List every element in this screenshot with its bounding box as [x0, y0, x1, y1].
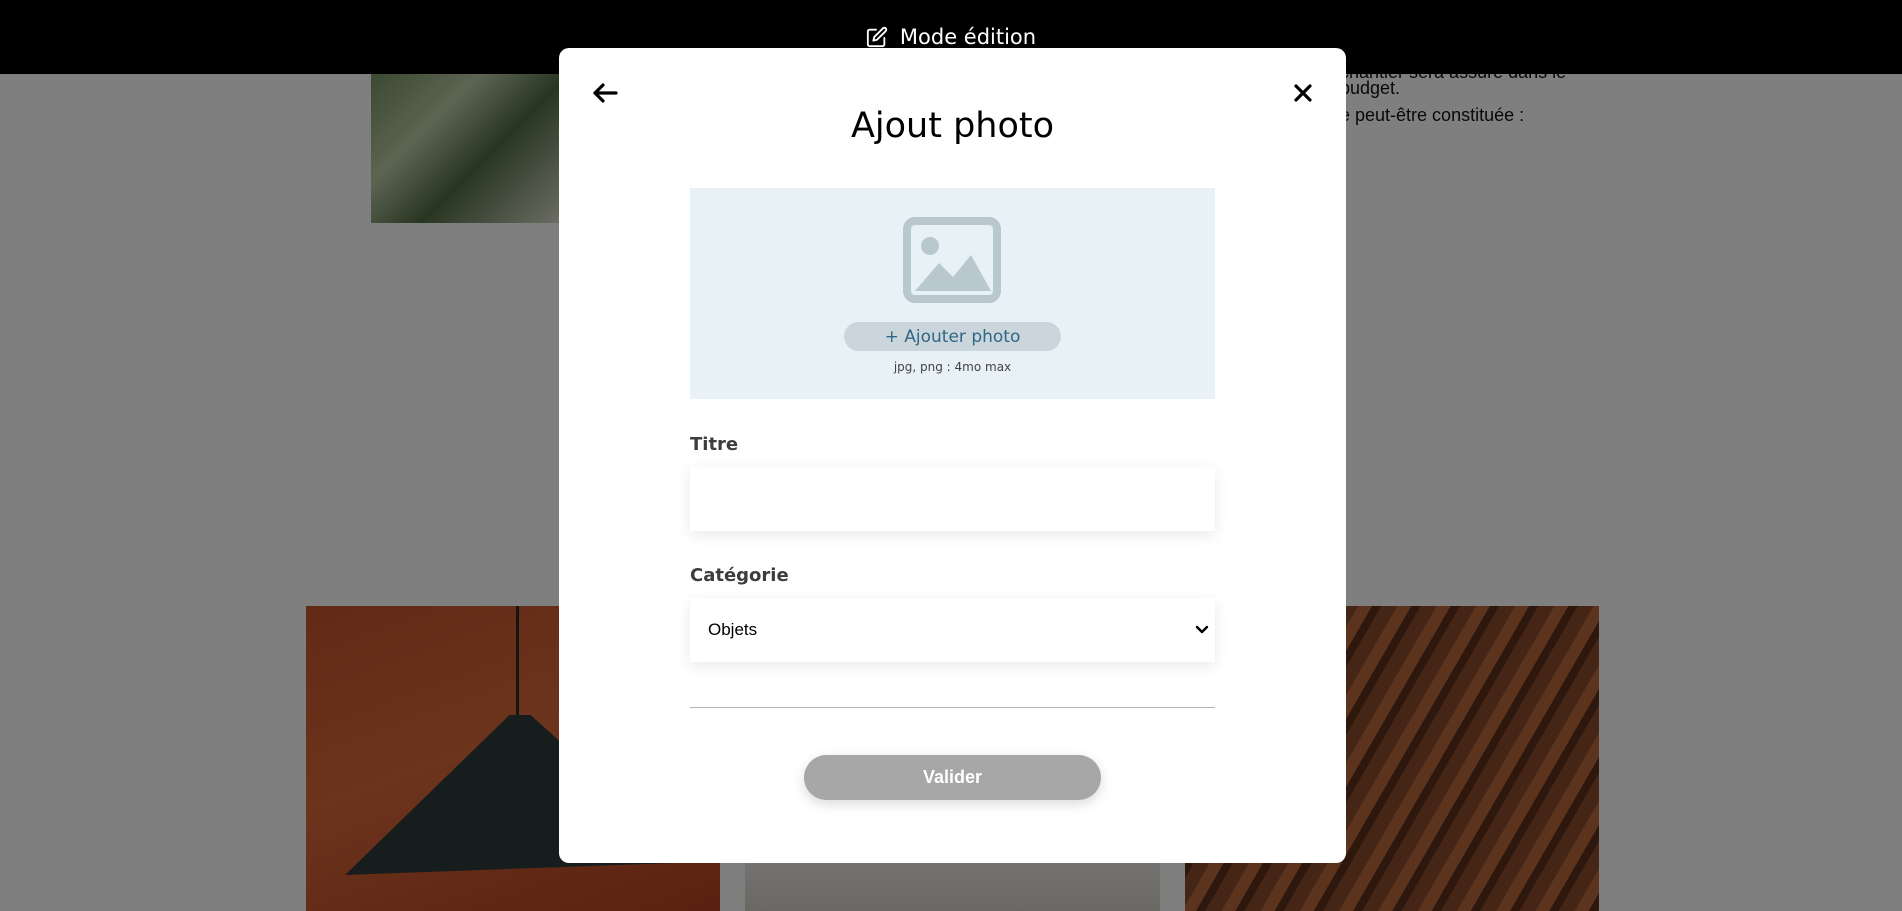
back-button[interactable] — [588, 76, 622, 110]
edit-mode-label: Mode édition — [899, 25, 1037, 49]
add-photo-modal: Ajout photo + Ajouter photo jpg, png : 4… — [559, 48, 1346, 863]
close-icon — [1294, 84, 1312, 102]
edit-icon — [866, 26, 888, 48]
arrow-left-icon — [593, 83, 618, 103]
form-divider — [690, 707, 1215, 708]
chevron-down-icon — [1195, 625, 1209, 634]
category-select[interactable]: Objets — [690, 598, 1215, 662]
submit-button[interactable]: Valider — [804, 755, 1101, 800]
image-icon — [903, 217, 1001, 303]
modal-title: Ajout photo — [850, 106, 1055, 146]
category-selected-value: Objets — [708, 620, 758, 639]
photo-upload-area[interactable]: + Ajouter photo jpg, png : 4mo max — [690, 188, 1215, 399]
title-input[interactable] — [690, 467, 1215, 531]
title-field-label: Titre — [690, 434, 739, 455]
close-button[interactable] — [1286, 76, 1320, 110]
add-photo-button[interactable]: + Ajouter photo — [844, 322, 1061, 351]
file-format-hint: jpg, png : 4mo max — [893, 360, 1012, 374]
category-field-label: Catégorie — [690, 565, 789, 586]
